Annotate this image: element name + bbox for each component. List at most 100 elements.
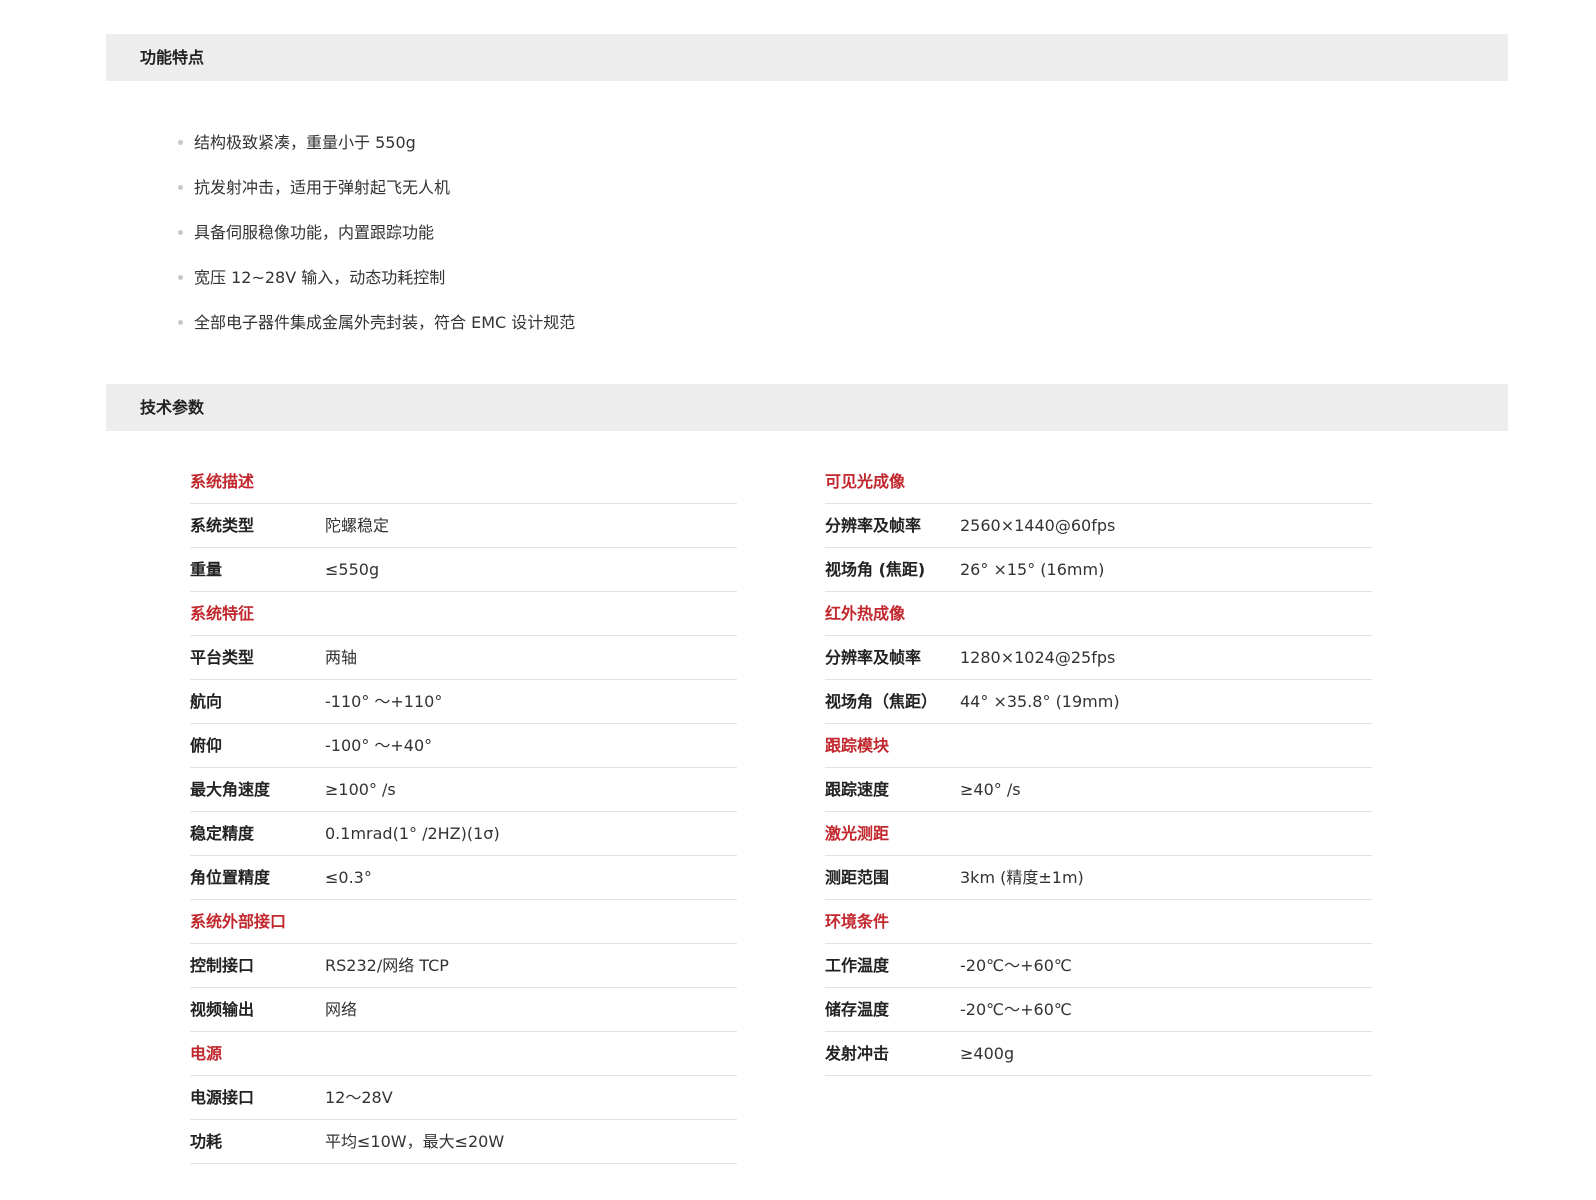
spec-label: 系统类型: [190, 516, 255, 535]
feature-text: 具备伺服稳像功能，内置跟踪功能: [194, 223, 435, 242]
spec-label: 角位置精度: [190, 868, 271, 887]
spec-group-heading: 环境条件: [825, 900, 1372, 944]
spec-group-heading: 红外热成像: [825, 592, 1372, 636]
feature-item: 宽压 12~28V 输入，动态功耗控制: [178, 255, 575, 300]
spec-value: 0.1mrad(1° /2HZ)(1σ): [325, 824, 500, 843]
spec-value: -100° ～+40°: [325, 736, 433, 755]
spec-row: 控制接口 RS232/网络 TCP: [190, 944, 737, 988]
spec-row: 分辨率及帧率 1280×1024@25fps: [825, 636, 1372, 680]
spec-row: 视场角（焦距） 44° ×35.8° (19mm): [825, 680, 1372, 724]
spec-row: 功耗 平均≤10W，最大≤20W: [190, 1120, 737, 1164]
spec-value: -20℃～+60℃: [960, 1000, 1072, 1019]
feature-item: 抗发射冲击，适用于弹射起飞无人机: [178, 165, 575, 210]
feature-item: 全部电子器件集成金属外壳封装，符合 EMC 设计规范: [178, 300, 575, 345]
spec-value: 12～28V: [325, 1088, 393, 1107]
spec-label: 视场角 (焦距): [825, 560, 926, 579]
spec-label: 分辨率及帧率: [825, 648, 922, 667]
spec-value: 44° ×35.8° (19mm): [960, 692, 1120, 711]
spec-group-title: 红外热成像: [825, 604, 906, 623]
spec-group-heading: 可见光成像: [825, 460, 1372, 504]
spec-value: 网络: [325, 1000, 358, 1019]
spec-label: 测距范围: [825, 868, 890, 887]
spec-value: ≥400g: [960, 1044, 1015, 1063]
spec-row: 分辨率及帧率 2560×1440@60fps: [825, 504, 1372, 548]
spec-label: 控制接口: [190, 956, 255, 975]
spec-group-heading: 跟踪模块: [825, 724, 1372, 768]
spec-group-title: 可见光成像: [825, 472, 906, 491]
bullet-dot-icon: [178, 275, 183, 280]
spec-group-title: 激光测距: [825, 824, 890, 843]
spec-row: 平台类型 两轴: [190, 636, 737, 680]
spec-row: 稳定精度 0.1mrad(1° /2HZ)(1σ): [190, 812, 737, 856]
spec-group-heading: 电源: [190, 1032, 737, 1076]
spec-label: 工作温度: [825, 956, 890, 975]
spec-group-title: 环境条件: [825, 912, 890, 931]
spec-label: 航向: [190, 692, 223, 711]
spec-label: 电源接口: [190, 1088, 255, 1107]
features-list: 结构极致紧凑，重量小于 550g 抗发射冲击，适用于弹射起飞无人机 具备伺服稳像…: [178, 120, 575, 345]
spec-value: ≥40° /s: [960, 780, 1021, 799]
feature-text: 抗发射冲击，适用于弹射起飞无人机: [194, 178, 451, 197]
spec-label: 功耗: [190, 1132, 223, 1151]
spec-value: RS232/网络 TCP: [325, 956, 449, 975]
spec-label: 平台类型: [190, 648, 255, 667]
spec-group-title: 系统外部接口: [190, 912, 287, 931]
spec-group-heading: 激光测距: [825, 812, 1372, 856]
spec-group-title: 系统描述: [190, 472, 255, 491]
specs-section-title: 技术参数: [106, 384, 1508, 431]
spec-value: ≥100° /s: [325, 780, 396, 799]
spec-value: 3km (精度±1m): [960, 868, 1084, 887]
spec-value: 平均≤10W，最大≤20W: [325, 1132, 505, 1151]
spec-value: 两轴: [325, 648, 358, 667]
specs-left-column: 系统描述 系统类型 陀螺稳定 重量 ≤550g 系统特征 平台类型 两轴 航向 -110…: [190, 460, 737, 1164]
spec-row: 俯仰 -100° ～+40°: [190, 724, 737, 768]
specs-right-column: 可见光成像 分辨率及帧率 2560×1440@60fps 视场角 (焦距) 26° …: [825, 460, 1372, 1076]
spec-label: 跟踪速度: [825, 780, 890, 799]
spec-group-title: 系统特征: [190, 604, 255, 623]
spec-group-title: 跟踪模块: [825, 736, 890, 755]
spec-group-heading: 系统外部接口: [190, 900, 737, 944]
spec-label: 重量: [190, 560, 223, 579]
spec-label: 视频输出: [190, 1000, 255, 1019]
spec-row: 工作温度 -20℃～+60℃: [825, 944, 1372, 988]
spec-row: 视频输出 网络: [190, 988, 737, 1032]
bullet-dot-icon: [178, 230, 183, 235]
spec-label: 视场角（焦距）: [825, 692, 938, 711]
spec-value: 1280×1024@25fps: [960, 648, 1116, 667]
spec-row: 电源接口 12～28V: [190, 1076, 737, 1120]
feature-text: 全部电子器件集成金属外壳封装，符合 EMC 设计规范: [194, 313, 576, 332]
bullet-dot-icon: [178, 320, 183, 325]
spec-label: 最大角速度: [190, 780, 271, 799]
feature-item: 具备伺服稳像功能，内置跟踪功能: [178, 210, 575, 255]
spec-value: -110° ～+110°: [325, 692, 443, 711]
spec-label: 俯仰: [190, 736, 223, 755]
spec-value: 陀螺稳定: [325, 516, 390, 535]
spec-row: 发射冲击 ≥400g: [825, 1032, 1372, 1076]
spec-label: 储存温度: [825, 1000, 890, 1019]
spec-label: 稳定精度: [190, 824, 255, 843]
bullet-dot-icon: [178, 185, 183, 190]
spec-row: 重量 ≤550g: [190, 548, 737, 592]
spec-value: 26° ×15° (16mm): [960, 560, 1105, 579]
feature-item: 结构极致紧凑，重量小于 550g: [178, 120, 575, 165]
feature-text: 结构极致紧凑，重量小于 550g: [194, 133, 416, 152]
spec-label: 分辨率及帧率: [825, 516, 922, 535]
spec-value: ≤550g: [325, 560, 380, 579]
spec-row: 最大角速度 ≥100° /s: [190, 768, 737, 812]
spec-row: 跟踪速度 ≥40° /s: [825, 768, 1372, 812]
spec-group-title: 电源: [190, 1044, 223, 1063]
spec-group-heading: 系统描述: [190, 460, 737, 504]
spec-row: 测距范围 3km (精度±1m): [825, 856, 1372, 900]
spec-row: 系统类型 陀螺稳定: [190, 504, 737, 548]
spec-value: ≤0.3°: [325, 868, 372, 887]
spec-value: 2560×1440@60fps: [960, 516, 1116, 535]
spec-row: 视场角 (焦距) 26° ×15° (16mm): [825, 548, 1372, 592]
spec-row: 航向 -110° ～+110°: [190, 680, 737, 724]
spec-label: 发射冲击: [825, 1044, 890, 1063]
spec-row: 储存温度 -20℃～+60℃: [825, 988, 1372, 1032]
spec-group-heading: 系统特征: [190, 592, 737, 636]
spec-row: 角位置精度 ≤0.3°: [190, 856, 737, 900]
bullet-dot-icon: [178, 140, 183, 145]
features-section-title: 功能特点: [106, 34, 1508, 81]
spec-value: -20℃～+60℃: [960, 956, 1072, 975]
